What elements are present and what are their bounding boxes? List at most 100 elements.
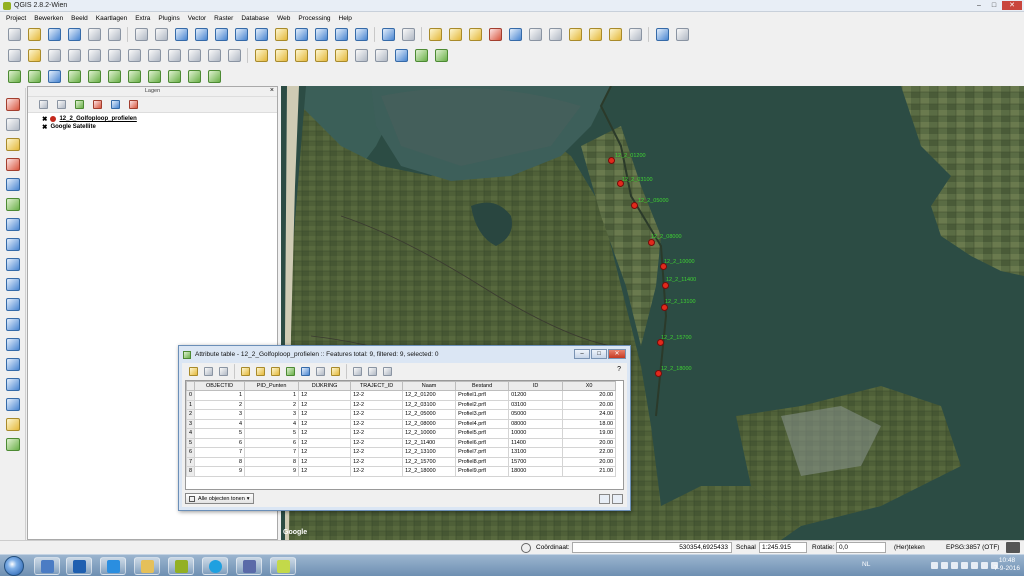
zoom-next-icon[interactable] bbox=[334, 28, 348, 41]
table-cell-x0[interactable]: 19.00 bbox=[562, 428, 617, 439]
taskbar-qgis-window[interactable] bbox=[270, 557, 296, 575]
new-bookmark-icon[interactable] bbox=[588, 28, 602, 41]
table-cell-dijkring[interactable]: 12 bbox=[298, 447, 352, 458]
layer-style-icon[interactable] bbox=[38, 100, 48, 109]
column-header[interactable]: OBJECTID bbox=[194, 381, 246, 391]
zoom-out-icon[interactable] bbox=[214, 28, 228, 41]
delete-part-icon[interactable] bbox=[5, 297, 20, 311]
delete-selected-icon[interactable] bbox=[127, 49, 141, 62]
menu-project[interactable]: Project bbox=[2, 15, 30, 22]
table-cell-dijkring[interactable]: 12 bbox=[298, 466, 352, 477]
table-cell-pid_punten[interactable]: 1 bbox=[244, 390, 300, 401]
pin-labels-icon[interactable] bbox=[274, 49, 288, 62]
table-cell-pid_punten[interactable]: 8 bbox=[244, 456, 300, 467]
move-label-icon[interactable] bbox=[314, 49, 328, 62]
taskbar-explorer[interactable] bbox=[134, 557, 160, 575]
table-cell-traject_id[interactable]: 12-2 bbox=[350, 437, 404, 448]
table-cell-objectid[interactable]: 9 bbox=[194, 466, 246, 477]
tray-icon[interactable] bbox=[941, 562, 948, 569]
save-edits-icon[interactable] bbox=[47, 49, 61, 62]
pan-icon[interactable] bbox=[154, 28, 168, 41]
tray-icon[interactable] bbox=[951, 562, 958, 569]
scale-combobox[interactable]: 1:245.915 bbox=[759, 542, 807, 553]
action-icon[interactable] bbox=[401, 28, 415, 41]
table-cell-traject_id[interactable]: 12-2 bbox=[350, 466, 404, 477]
save-project-icon[interactable] bbox=[47, 28, 61, 41]
table-cell-dijkring[interactable]: 12 bbox=[298, 428, 352, 439]
offset-icon[interactable] bbox=[5, 177, 20, 191]
current-edits-icon[interactable] bbox=[7, 49, 21, 62]
column-header[interactable]: Bestand bbox=[455, 381, 510, 391]
table-cell-x0[interactable]: 18.00 bbox=[562, 418, 617, 429]
plugin-2-icon[interactable] bbox=[434, 49, 448, 62]
invert-selection-icon[interactable] bbox=[256, 366, 265, 376]
table-cell-naam[interactable]: 12_2_13100 bbox=[402, 447, 457, 458]
field-calculator-icon[interactable] bbox=[488, 28, 502, 41]
menu-database[interactable]: Database bbox=[237, 15, 273, 22]
column-header[interactable]: Naam bbox=[402, 381, 457, 391]
delete-selected-icon[interactable] bbox=[219, 366, 228, 376]
label-tool-icon[interactable] bbox=[254, 49, 268, 62]
table-cell-objectid[interactable]: 8 bbox=[194, 456, 246, 467]
row-header[interactable]: 1 bbox=[186, 399, 196, 410]
table-cell-traject_id[interactable]: 12-2 bbox=[350, 390, 404, 401]
table-cell-bestand[interactable]: Profiel8.prfl bbox=[455, 456, 510, 467]
taskbar-skype[interactable] bbox=[202, 557, 228, 575]
table-cell-x0[interactable]: 20.00 bbox=[562, 399, 617, 410]
table-cell-id[interactable]: 01200 bbox=[508, 390, 564, 401]
table-cell-bestand[interactable]: Profiel3.prfl bbox=[455, 409, 510, 420]
simplify-icon[interactable] bbox=[5, 197, 20, 211]
network-icon[interactable] bbox=[981, 562, 988, 569]
close-panel-button[interactable]: × bbox=[270, 87, 274, 94]
menu-vector[interactable]: Vector bbox=[184, 15, 210, 22]
table-cell-objectid[interactable]: 7 bbox=[194, 447, 246, 458]
table-cell-dijkring[interactable]: 12 bbox=[298, 437, 352, 448]
coordinate-icon[interactable] bbox=[521, 543, 531, 553]
add-part-icon[interactable] bbox=[5, 237, 20, 251]
remove-layer-icon[interactable] bbox=[128, 100, 138, 109]
table-cell-pid_punten[interactable]: 6 bbox=[244, 437, 300, 448]
table-cell-objectid[interactable]: 6 bbox=[194, 437, 246, 448]
cut-features-icon[interactable] bbox=[147, 49, 161, 62]
table-cell-traject_id[interactable]: 12-2 bbox=[350, 418, 404, 429]
menu-extra[interactable]: Extra bbox=[131, 15, 154, 22]
touch-icon[interactable] bbox=[134, 28, 148, 41]
map-point[interactable] bbox=[608, 157, 615, 164]
add-delimited-text-icon[interactable] bbox=[187, 70, 201, 83]
rotate-label-icon[interactable] bbox=[334, 49, 348, 62]
new-column-icon[interactable] bbox=[368, 366, 377, 376]
split-icon[interactable] bbox=[5, 157, 20, 171]
table-cell-id[interactable]: 10000 bbox=[508, 428, 564, 439]
add-vector-layer-icon[interactable] bbox=[7, 70, 21, 83]
tray-icon[interactable] bbox=[931, 562, 938, 569]
delete-ring-icon[interactable] bbox=[5, 277, 20, 291]
layer-item-google-satellite[interactable]: ✖ Google Satellite bbox=[28, 123, 277, 131]
minimize-button[interactable]: – bbox=[574, 349, 590, 359]
table-cell-id[interactable]: 08000 bbox=[508, 418, 564, 429]
add-group-icon[interactable] bbox=[56, 100, 66, 109]
close-window-button[interactable]: ✕ bbox=[1002, 1, 1022, 10]
crs-button[interactable]: EPSG:3857 (OTF) bbox=[946, 544, 999, 551]
add-wfs-icon[interactable] bbox=[167, 70, 181, 83]
table-row[interactable]: 7 8 8 12 12-2 12_2_15700 Profiel8.prfl 15700 20.… bbox=[186, 456, 617, 467]
table-cell-traject_id[interactable]: 12-2 bbox=[350, 447, 404, 458]
table-cell-traject_id[interactable]: 12-2 bbox=[350, 456, 404, 467]
table-cell-objectid[interactable]: 2 bbox=[194, 399, 246, 410]
table-cell-x0[interactable]: 20.00 bbox=[562, 456, 617, 467]
rotate-point-icon[interactable] bbox=[5, 417, 20, 431]
pan-to-selection-icon[interactable] bbox=[174, 28, 188, 41]
coordinate-field[interactable]: 530354,6925433 bbox=[572, 542, 732, 553]
split-parts-icon[interactable] bbox=[5, 377, 20, 391]
copy-rows-icon[interactable] bbox=[316, 366, 325, 376]
zoom-native-icon[interactable] bbox=[234, 28, 248, 41]
menu-plugins[interactable]: Plugins bbox=[154, 15, 183, 22]
zoom-selection-icon[interactable] bbox=[274, 28, 288, 41]
table-cell-pid_punten[interactable]: 4 bbox=[244, 418, 300, 429]
select-features-icon[interactable] bbox=[428, 28, 442, 41]
reshape-icon[interactable] bbox=[5, 137, 20, 151]
attribute-table-icon[interactable] bbox=[508, 28, 522, 41]
table-cell-pid_punten[interactable]: 9 bbox=[244, 466, 300, 477]
tray-icon[interactable] bbox=[961, 562, 968, 569]
table-cell-naam[interactable]: 12_2_18000 bbox=[402, 466, 457, 477]
csw-icon[interactable] bbox=[374, 49, 388, 62]
